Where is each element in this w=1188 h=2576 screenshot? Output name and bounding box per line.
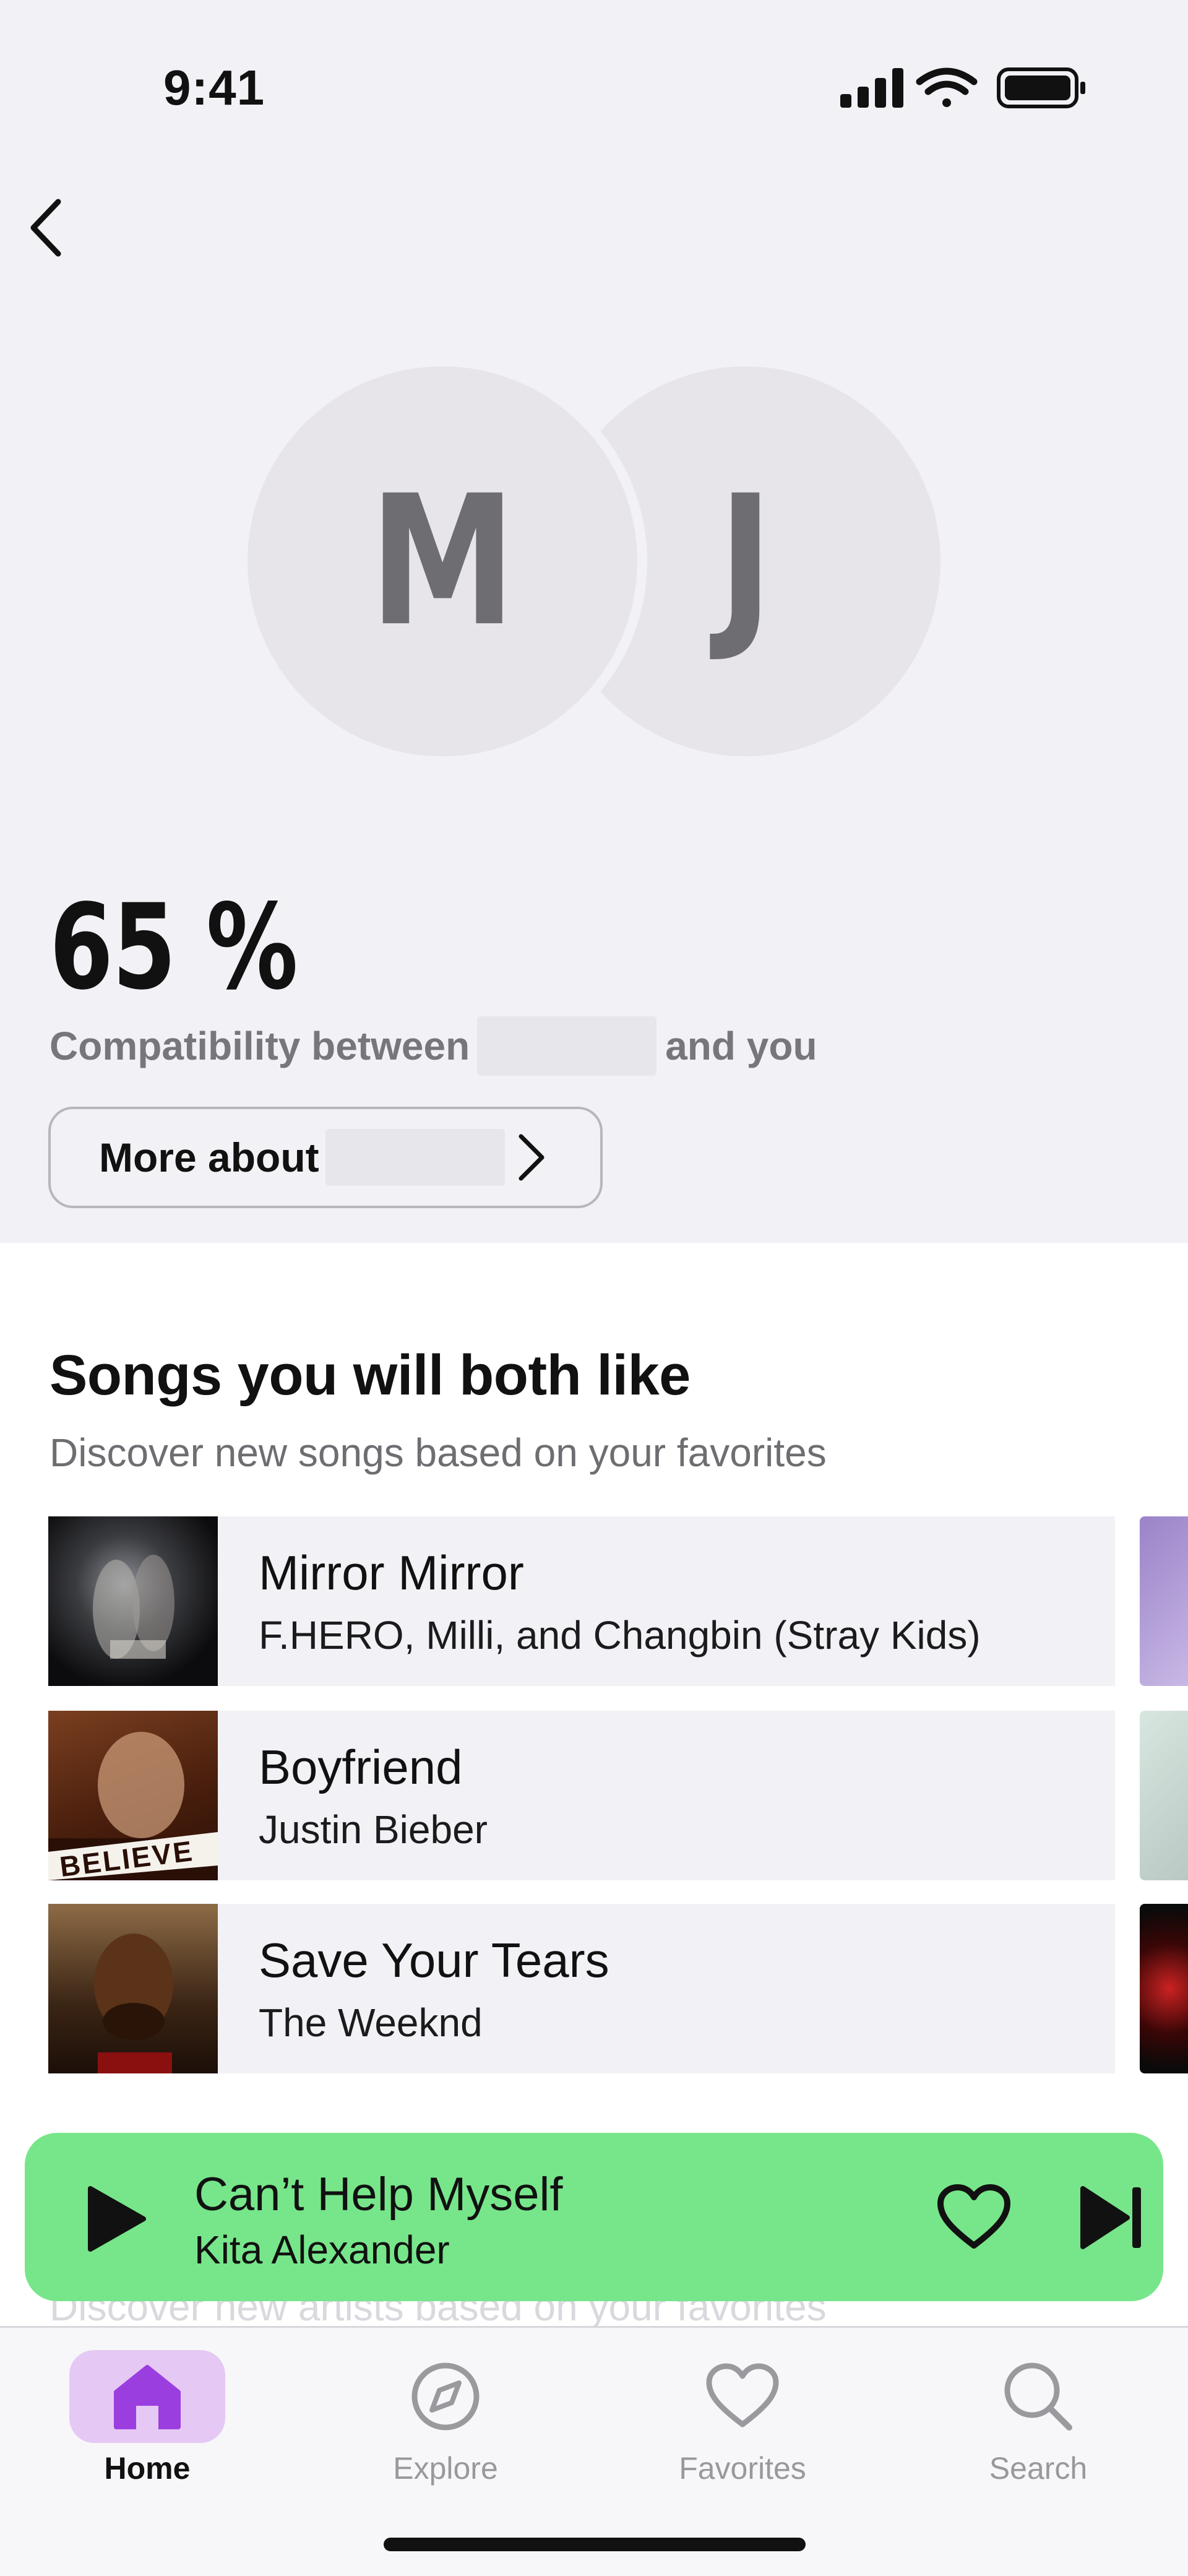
section-title: Songs you will both like xyxy=(50,1344,691,1407)
back-button[interactable] xyxy=(21,197,71,259)
status-time: 9:41 xyxy=(163,60,265,115)
song-row[interactable]: Mirror Mirror F.HERO, Milli, and Changbi… xyxy=(48,1516,1115,1686)
song-info: Save Your Tears The Weeknd xyxy=(218,1932,609,2046)
tab-label: Favorites xyxy=(679,2451,806,2486)
battery-icon xyxy=(997,67,1085,108)
song-title: Boyfriend xyxy=(259,1739,463,1794)
wifi-icon xyxy=(916,67,978,107)
tab-home[interactable]: Home xyxy=(54,2350,240,2486)
tab-favorites[interactable]: Favorites xyxy=(650,2350,835,2486)
compat-text-after: and you xyxy=(665,1024,817,1068)
player-artist: Kita Alexander xyxy=(194,2228,450,2272)
album-art-peek xyxy=(1140,1516,1188,1686)
redacted-name xyxy=(477,1016,657,1076)
compatibility-text: Compatibility between and you xyxy=(50,1015,817,1077)
song-artist: Justin Bieber xyxy=(259,1807,488,1852)
song-info: Boyfriend Justin Bieber xyxy=(218,1739,488,1852)
redacted-name xyxy=(325,1129,505,1186)
skip-forward-icon[interactable] xyxy=(1077,2184,1145,2252)
chevron-right-icon xyxy=(510,1130,553,1185)
song-artist: F.HERO, Milli, and Changbin (Stray Kids) xyxy=(259,1612,981,1658)
chevron-left-icon xyxy=(30,199,61,257)
more-about-button[interactable]: More about xyxy=(48,1107,603,1208)
album-art-peek xyxy=(1140,1904,1188,2073)
album-art xyxy=(48,1904,218,2073)
song-artist: The Weeknd xyxy=(259,2000,483,2045)
tab-explore[interactable]: Explore xyxy=(353,2350,538,2486)
tab-label: Search xyxy=(989,2451,1088,2486)
song-info: Mirror Mirror F.HERO, Milli, and Changbi… xyxy=(218,1545,981,1658)
mini-player[interactable]: Can’t Help Myself Kita Alexander xyxy=(25,2133,1163,2301)
section-subtitle: Discover new songs based on your favorit… xyxy=(50,1430,827,1475)
album-art xyxy=(48,1516,218,1686)
home-icon xyxy=(69,2350,225,2443)
status-icons xyxy=(840,67,1085,108)
avatar-initial: M xyxy=(369,457,516,666)
search-icon xyxy=(960,2350,1116,2443)
compass-icon xyxy=(368,2350,523,2443)
avatar-initial: J xyxy=(718,457,773,666)
player-title: Can’t Help Myself xyxy=(194,2168,563,2221)
heart-icon xyxy=(665,2350,820,2443)
tab-label: Home xyxy=(104,2451,191,2486)
album-art-peek xyxy=(1140,1711,1188,1880)
tab-label: Explore xyxy=(393,2451,498,2486)
song-row[interactable]: BELIEVE Boyfriend Justin Bieber xyxy=(48,1711,1115,1880)
heart-icon[interactable] xyxy=(937,2184,1011,2252)
song-title: Save Your Tears xyxy=(259,1932,609,1987)
album-art: BELIEVE xyxy=(48,1711,218,1880)
more-about-label: More about xyxy=(99,1135,319,1180)
tab-search[interactable]: Search xyxy=(945,2350,1131,2486)
compatibility-percent: 65 % xyxy=(50,879,298,1016)
signal-icon xyxy=(840,68,903,108)
home-indicator xyxy=(384,2538,806,2551)
avatar-user: M xyxy=(248,366,637,756)
profile-header: 9:41 M J 65 % Compatibility between and … xyxy=(0,0,1188,1243)
play-icon[interactable] xyxy=(82,2185,150,2253)
compat-text-before: Compatibility between xyxy=(50,1024,470,1068)
song-row[interactable]: Save Your Tears The Weeknd xyxy=(48,1904,1115,2073)
song-title: Mirror Mirror xyxy=(259,1545,524,1600)
